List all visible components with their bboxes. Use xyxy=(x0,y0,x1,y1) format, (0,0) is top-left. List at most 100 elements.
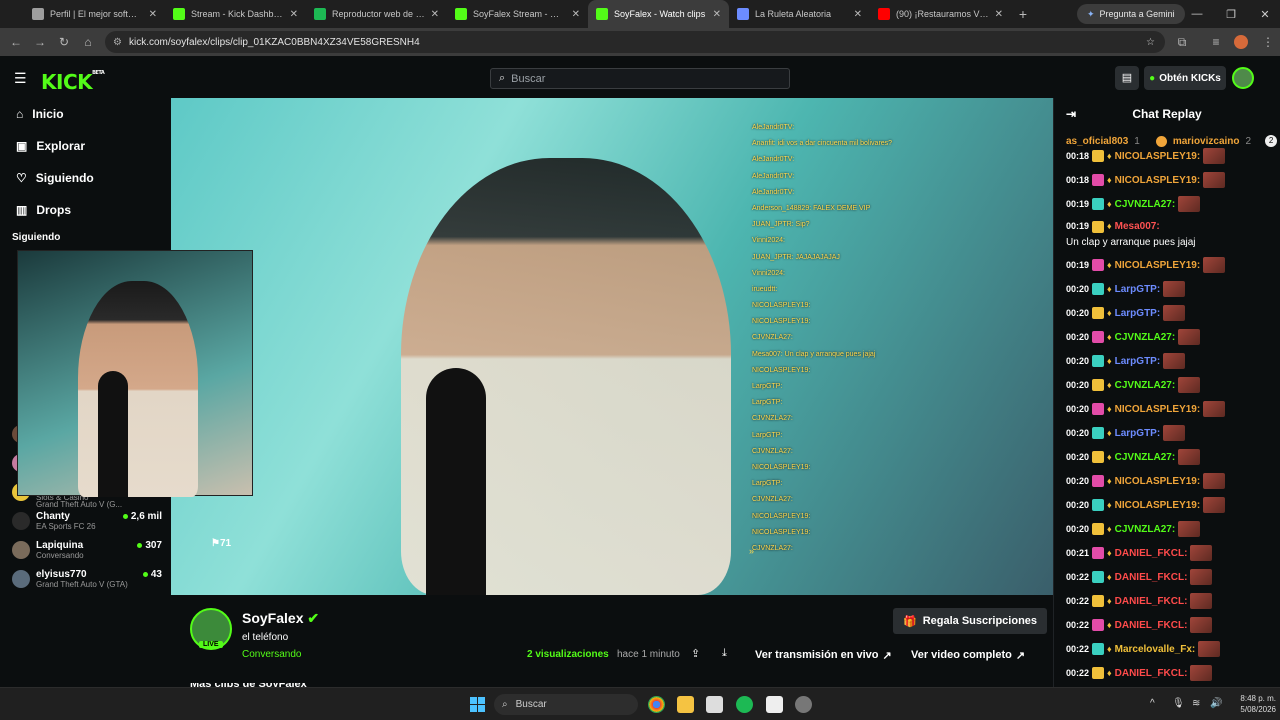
url-field[interactable]: ⚙ kick.com/soyfalex/clips/clip_01KZAC0BB… xyxy=(105,31,1165,53)
overlay-chat-line: NICOLASPLEY19: xyxy=(752,366,811,374)
gift-subs-button[interactable]: 🎁 Regala Suscripciones xyxy=(893,608,1048,634)
sidebar-channel[interactable]: Chanty EA Sports FC 26 2,6 mil xyxy=(12,507,162,535)
sidebar-channel[interactable]: elyisus770 Grand Theft Auto V (GTA) 43 xyxy=(12,565,162,593)
subscriber-badge-icon xyxy=(1092,379,1105,391)
kick-logo[interactable]: KICKBETA xyxy=(41,70,105,94)
chat-username[interactable]: DANIEL_FKCL: xyxy=(1115,667,1188,680)
chat-username[interactable]: NICOLASPLEY19: xyxy=(1115,259,1201,272)
browser-tab[interactable]: Reproductor web de Spotify✕ xyxy=(306,0,447,28)
nav-explore[interactable]: ▣ Explorar xyxy=(0,130,171,162)
nav-drops[interactable]: ▥ Drops xyxy=(0,194,171,226)
chat-username[interactable]: LarpGTP: xyxy=(1115,355,1161,368)
chat-username[interactable]: NICOLASPLEY19: xyxy=(1115,403,1201,416)
chat-username[interactable]: Mesa007: xyxy=(1115,220,1160,233)
minimize-button[interactable]: — xyxy=(1180,0,1214,28)
chat-username[interactable]: LarpGTP: xyxy=(1115,307,1161,320)
chat-username[interactable]: NICOLASPLEY19: xyxy=(1115,150,1201,163)
channel-name[interactable]: SoyFalex ✔ xyxy=(242,610,319,627)
watch-live-button[interactable]: Ver transmisión en vivo ↗ xyxy=(749,643,898,667)
settings-icon[interactable] xyxy=(795,696,812,713)
site-info-icon[interactable]: ⚙ xyxy=(113,37,122,48)
chat-username[interactable]: NICOLASPLEY19: xyxy=(1115,499,1201,512)
back-button[interactable]: ← xyxy=(4,35,28,49)
chat-username[interactable]: Marcelovalle_Fx: xyxy=(1115,643,1196,656)
search-input[interactable]: ⌕ Buscar xyxy=(490,68,790,89)
chat-username[interactable]: LarpGTP: xyxy=(1115,427,1161,440)
browser-tab[interactable]: Perfil | El mejor software p✕ xyxy=(24,0,165,28)
extensions-icon[interactable]: ⧉ xyxy=(1170,35,1194,50)
volume-icon[interactable]: 🔊 xyxy=(1210,698,1222,709)
close-tab-icon[interactable]: ✕ xyxy=(854,9,862,20)
close-window-button[interactable]: ✕ xyxy=(1248,0,1280,28)
wifi-icon[interactable]: ≋ xyxy=(1192,698,1200,709)
download-icon[interactable]: ⤓ xyxy=(722,647,727,660)
browser-tab[interactable]: Stream - Kick Dashboard ✕ xyxy=(165,0,306,28)
get-kicks-button[interactable]: ● Obtén KICKs xyxy=(1144,66,1226,90)
chat-username[interactable]: CJVNZLA27: xyxy=(1115,523,1176,536)
chat-username[interactable]: CJVNZLA27: xyxy=(1115,331,1176,344)
close-tab-icon[interactable]: ✕ xyxy=(290,9,298,20)
close-tab-icon[interactable]: ✕ xyxy=(995,9,1003,20)
close-tab-icon[interactable]: ✕ xyxy=(713,9,721,20)
spotify-icon[interactable] xyxy=(736,696,753,713)
taskbar-search[interactable]: ⌕ Buscar xyxy=(494,694,638,715)
chat-username[interactable]: DANIEL_FKCL: xyxy=(1115,595,1188,608)
chat-username[interactable]: CJVNZLA27: xyxy=(1115,451,1176,464)
store-icon[interactable] xyxy=(706,696,723,713)
subscriber-badge-icon xyxy=(1092,198,1105,210)
user-avatar[interactable] xyxy=(1232,67,1254,89)
nav-following[interactable]: ♡ Siguiendo xyxy=(0,162,171,194)
subscriber-badge-icon xyxy=(1092,451,1105,463)
chat-username[interactable]: DANIEL_FKCL: xyxy=(1115,571,1188,584)
reload-button[interactable]: ↻ xyxy=(52,35,76,49)
chat-username[interactable]: CJVNZLA27: xyxy=(1115,379,1176,392)
chat-username[interactable]: CJVNZLA27: xyxy=(1115,198,1176,211)
overlay-chat-line: NICOLASPLEY19: xyxy=(752,463,811,471)
chat-username[interactable]: LarpGTP: xyxy=(1115,283,1161,296)
watch-full-video-button[interactable]: Ver video completo ↗ xyxy=(905,643,1031,667)
chat-message: 00:22 ♦ DANIEL_FKCL: xyxy=(1054,565,1280,589)
home-button[interactable]: ⌂ xyxy=(76,35,100,49)
stream-overlay-badge: ⚑71 xyxy=(211,538,232,549)
chat-message: 00:20 ♦ NICOLASPLEY19: xyxy=(1054,493,1280,517)
close-tab-icon[interactable]: ✕ xyxy=(572,9,580,20)
gem-badge-icon: ♦ xyxy=(1107,571,1112,582)
chat-username[interactable]: NICOLASPLEY19: xyxy=(1115,475,1201,488)
chat-username[interactable]: DANIEL_FKCL: xyxy=(1115,619,1188,632)
theater-mode-icon[interactable]: ▤ xyxy=(1115,66,1139,90)
overlay-chat-line: Mesa007: Un clap y arranque pues jajaj xyxy=(752,350,876,358)
sidebar-channel[interactable]: Lapiquina Conversando 307 xyxy=(12,536,162,564)
taskbar-clock[interactable]: 8:48 p. m. 5/08/2026 xyxy=(1226,693,1276,715)
forward-button[interactable]: → xyxy=(28,35,52,49)
subscriber-badge-icon xyxy=(1092,571,1105,583)
close-tab-icon[interactable]: ✕ xyxy=(431,9,439,20)
chrome-icon[interactable] xyxy=(648,696,665,713)
browser-tab[interactable]: La Ruleta Aleatoria ✕ xyxy=(729,0,870,28)
new-tab-button[interactable]: + xyxy=(1011,6,1035,22)
file-explorer-icon[interactable] xyxy=(677,696,694,713)
close-tab-icon[interactable]: ✕ xyxy=(149,9,157,20)
hamburger-menu-icon[interactable]: ☰ xyxy=(14,70,27,87)
microphone-icon[interactable]: 🎙 xyxy=(1172,698,1185,709)
profile-avatar[interactable] xyxy=(1234,35,1248,49)
share-icon[interactable]: ⇪ xyxy=(691,647,700,660)
collapse-chat-icon[interactable]: ⇥ xyxy=(1066,107,1076,121)
browser-menu-icon[interactable]: ⋮ xyxy=(1256,35,1280,49)
clip-category[interactable]: Conversando xyxy=(242,649,301,660)
browser-tab[interactable]: (90) ¡Restauramos VOLQU✕ xyxy=(870,0,1011,28)
tray-chevron-icon[interactable]: ^ xyxy=(1150,698,1155,709)
browser-tab[interactable]: SoyFalex Stream - Watch L✕ xyxy=(447,0,588,28)
maximize-button[interactable]: ❐ xyxy=(1214,0,1248,28)
notepad-icon[interactable] xyxy=(766,696,783,713)
bookmark-star-icon[interactable]: ☆ xyxy=(1146,37,1155,48)
clip-title: el teléfono xyxy=(242,632,289,643)
gem-badge-icon: ♦ xyxy=(1107,150,1112,161)
chat-username[interactable]: NICOLASPLEY19: xyxy=(1115,174,1201,187)
windows-start-icon[interactable] xyxy=(470,697,485,712)
subscriber-badge-icon xyxy=(1092,220,1105,233)
reading-list-icon[interactable]: ≡ xyxy=(1204,35,1228,49)
gemini-button[interactable]: ✦ Pregunta a Gemini xyxy=(1077,4,1185,24)
browser-tab[interactable]: SoyFalex - Watch clips ✕ xyxy=(588,0,729,28)
chat-username[interactable]: DANIEL_FKCL: xyxy=(1115,547,1188,560)
nav-home[interactable]: ⌂ Inicio xyxy=(0,98,171,130)
